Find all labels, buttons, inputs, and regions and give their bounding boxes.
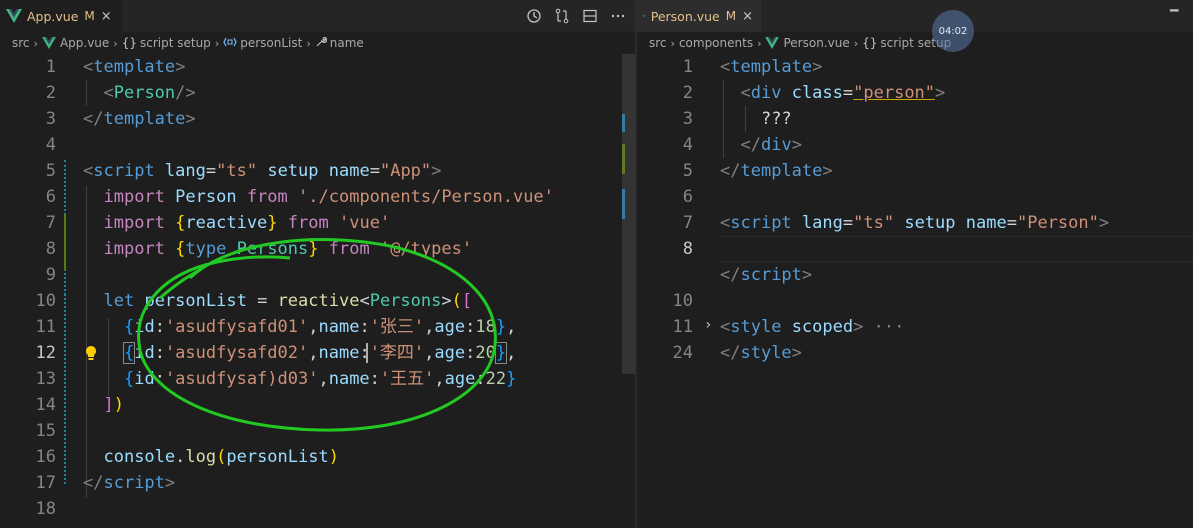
chevron-right-icon: ›	[853, 36, 859, 50]
chevron-right-icon: ›	[214, 36, 220, 50]
tab-bar-left: App.vue M ×	[0, 0, 635, 32]
code-line: 1 <template>	[45, 57, 186, 77]
code-editor-right[interactable]: 1 <template> 2 <div class="person"> 3 ???…	[637, 54, 1193, 528]
history-icon[interactable]	[525, 7, 543, 25]
fold-chevron-icon[interactable]: ›	[704, 317, 712, 333]
code-line: 18	[35, 499, 56, 519]
split-editor-icon[interactable]	[581, 7, 599, 25]
code-line: 15	[35, 421, 56, 441]
breadcrumb: src › components › Person.vue › {} scrip…	[637, 32, 1193, 54]
more-actions-icon[interactable]	[609, 7, 627, 25]
code-line: 5 <script lang="ts" setup name="App">	[45, 161, 442, 181]
code-line: 16 console.log(personList)	[35, 447, 339, 467]
breadcrumb-section[interactable]: script setup	[140, 36, 211, 50]
code-editor-left[interactable]: 1 <template> 2 <Person/> 3 </template> 4 5…	[0, 54, 635, 528]
code-line: 8	[682, 239, 693, 259]
breadcrumb-folder[interactable]: components	[679, 36, 753, 50]
recording-timer: 04:02	[932, 10, 974, 52]
tab-person-vue[interactable]: Person.vue M ×	[637, 0, 761, 32]
vertical-scrollbar[interactable]	[622, 54, 635, 374]
text-cursor	[366, 343, 368, 363]
code-line: 11 <style scoped> ···	[672, 317, 905, 337]
breadcrumb-file[interactable]: App.vue	[60, 36, 109, 50]
code-line: 3 ???	[682, 109, 792, 129]
wrench-icon	[315, 36, 328, 51]
code-line: 3 </template>	[45, 109, 196, 129]
code-line: 7 <script lang="ts" setup name="Person">	[682, 213, 1110, 233]
breadcrumb: src › App.vue › {} script setup › person…	[0, 32, 635, 54]
breadcrumb-variable[interactable]: personList	[240, 36, 302, 50]
chevron-right-icon: ›	[33, 36, 38, 50]
lightbulb-icon[interactable]	[84, 345, 98, 361]
editor-pane-left: App.vue M × src › App.vue › {} script se…	[0, 0, 635, 528]
editor-actions	[525, 0, 627, 32]
tab-bar-right: Person.vue M ×	[637, 0, 1193, 32]
braces-icon: {}	[862, 36, 878, 50]
modified-badge: M	[725, 9, 737, 23]
vue-file-icon	[6, 9, 22, 23]
breadcrumb-src[interactable]: src	[12, 36, 30, 50]
menu-icon[interactable]: ▁	[1170, 0, 1178, 12]
code-line: 17 </script>	[35, 473, 176, 493]
code-line: 6 import Person from './components/Perso…	[45, 187, 554, 207]
modified-badge: M	[84, 9, 95, 23]
code-line: 10 let personList = reactive<Persons>([	[35, 291, 473, 311]
code-line: 1 <template>	[682, 57, 823, 77]
vue-file-icon	[42, 37, 56, 49]
code-line: 9</script>	[720, 265, 813, 285]
code-line: 10	[672, 291, 693, 311]
editor-pane-right: Person.vue M × src › components › Person…	[637, 0, 1193, 528]
breadcrumb-property[interactable]: name	[330, 36, 364, 50]
code-line: 4 </div>	[682, 135, 802, 155]
code-line: 13 {id:'asudfysaf)d03',name:'王五',age:22}	[35, 369, 517, 389]
code-line: 14 ])	[35, 395, 124, 415]
chevron-right-icon: ›	[757, 36, 762, 50]
code-line: 2 <div class="person">	[682, 83, 946, 103]
braces-icon: {}	[121, 36, 137, 50]
chevron-right-icon: ›	[306, 36, 311, 50]
chevron-right-icon: ›	[113, 36, 118, 50]
vue-file-icon	[765, 37, 780, 49]
breadcrumb-src[interactable]: src	[649, 36, 667, 50]
chevron-right-icon: ›	[670, 36, 675, 50]
tab-label: Person.vue	[650, 8, 720, 24]
tab-app-vue[interactable]: App.vue M ×	[0, 0, 122, 32]
close-icon[interactable]: ×	[742, 9, 753, 24]
vue-file-icon	[643, 14, 646, 18]
code-line: 6	[682, 187, 693, 207]
tab-label: App.vue	[27, 8, 79, 24]
code-line: 4	[45, 135, 56, 155]
close-icon[interactable]: ×	[101, 9, 112, 24]
code-line: 11 {id:'asudfysafd01',name:'张三',age:18},	[35, 317, 517, 337]
code-line: 8 import {type Persons} from '@/types'	[45, 239, 473, 259]
code-line: 2 <Person/>	[45, 83, 196, 103]
compare-changes-icon[interactable]	[553, 7, 571, 25]
code-line: 9	[45, 265, 56, 285]
code-line: 7 import {reactive} from 'vue'	[45, 213, 391, 233]
variable-icon	[223, 36, 237, 50]
code-line: 5 </template>	[682, 161, 833, 181]
breadcrumb-file[interactable]: Person.vue	[783, 36, 849, 50]
code-line: 24 </style>	[672, 343, 802, 363]
